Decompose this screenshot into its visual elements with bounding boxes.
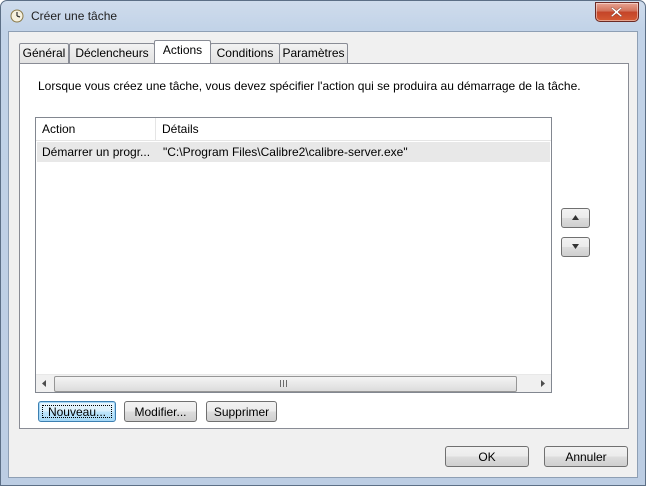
column-header-details[interactable]: Détails: [156, 118, 551, 140]
move-down-button[interactable]: [561, 237, 590, 257]
scroll-grip-icon: [280, 380, 287, 387]
actions-list[interactable]: Action Détails Démarrer un progr... "C:\…: [35, 117, 552, 393]
title-bar[interactable]: Créer une tâche: [1, 1, 645, 31]
dialog-client-area: Général Déclencheurs Actions Conditions …: [8, 31, 638, 478]
tab-triggers[interactable]: Déclencheurs: [69, 43, 155, 63]
arrow-down-icon: [572, 244, 579, 249]
cancel-button[interactable]: Annuler: [544, 446, 628, 467]
create-task-window: Créer une tâche Général Déclencheurs Act…: [0, 0, 646, 486]
row-action-cell: Démarrer un progr...: [42, 145, 151, 159]
list-header: Action Détails: [36, 118, 551, 141]
scroll-right-button[interactable]: [534, 375, 551, 392]
tab-general[interactable]: Général: [19, 43, 69, 63]
ok-button[interactable]: OK: [445, 446, 529, 467]
new-action-button[interactable]: Nouveau...: [38, 401, 116, 422]
scroll-right-icon: [541, 380, 545, 387]
column-header-action[interactable]: Action: [36, 118, 156, 140]
delete-action-button[interactable]: Supprimer: [206, 401, 277, 422]
move-up-button[interactable]: [561, 208, 590, 228]
new-action-label: Nouveau...: [47, 405, 107, 419]
scroll-left-button[interactable]: [36, 375, 53, 392]
tab-actions[interactable]: Actions: [154, 40, 211, 63]
close-button[interactable]: [595, 2, 639, 22]
clock-icon: [10, 9, 24, 23]
actions-description: Lorsque vous créez une tâche, vous devez…: [38, 79, 581, 93]
horizontal-scrollbar[interactable]: [36, 374, 551, 392]
tab-settings[interactable]: Paramètres: [279, 43, 348, 63]
actions-tab-panel: Lorsque vous créez une tâche, vous devez…: [19, 63, 629, 429]
window-title: Créer une tâche: [31, 9, 118, 23]
close-icon: [611, 7, 622, 17]
row-details-cell: "C:\Program Files\Calibre2\calibre-serve…: [163, 145, 408, 159]
tab-conditions[interactable]: Conditions: [210, 43, 280, 63]
table-row[interactable]: Démarrer un progr... "C:\Program Files\C…: [37, 142, 550, 162]
scroll-thumb[interactable]: [54, 376, 517, 392]
scroll-left-icon: [42, 380, 46, 387]
arrow-up-icon: [572, 215, 579, 220]
modify-action-button[interactable]: Modifier...: [124, 401, 197, 422]
